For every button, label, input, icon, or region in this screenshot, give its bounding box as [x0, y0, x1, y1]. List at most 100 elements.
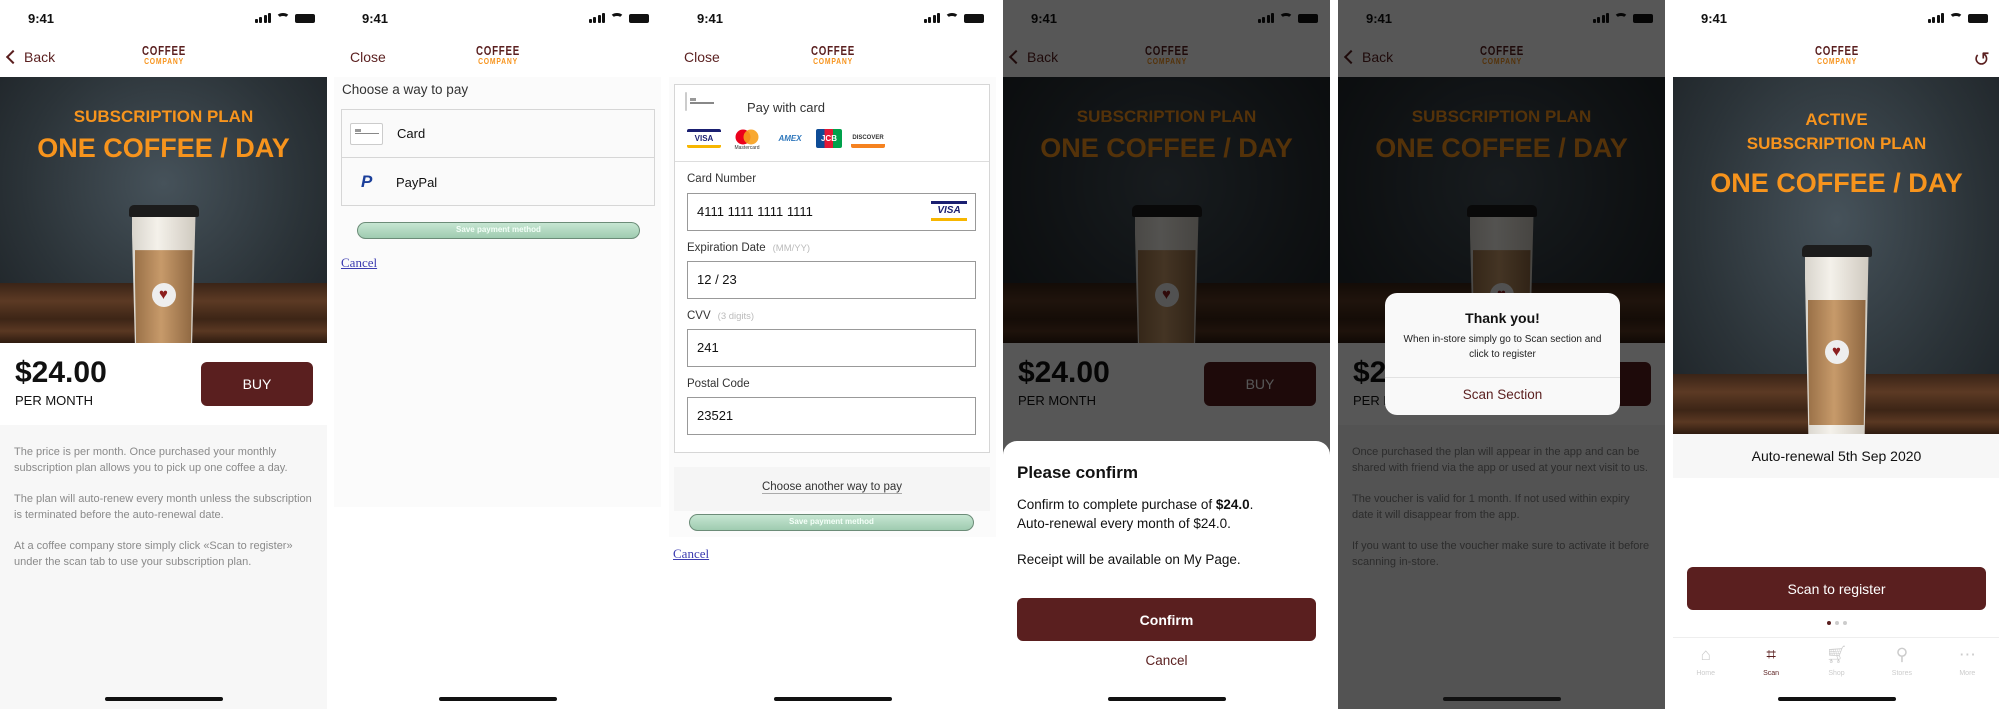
payment-option-paypal[interactable]: P PayPal [342, 158, 654, 206]
card-brand-logos: VISA Mastercard AMEX JCB DISCOVER [687, 129, 885, 151]
tab-home[interactable]: ⌂ Home [1673, 638, 1738, 687]
thank-you-alert: Thank you! When in-store simply go to Sc… [1385, 293, 1620, 415]
scan-to-register-button[interactable]: Scan to register [1687, 567, 1986, 610]
cancel-link[interactable]: Cancel [341, 255, 377, 271]
wifi-icon [276, 13, 290, 23]
save-payment-method-button[interactable]: Save payment method [689, 514, 974, 531]
postal-code-label: Postal Code [687, 378, 750, 390]
logo-line2: COMPANY [812, 56, 853, 66]
hero-title: ONE COFFEE / DAY [1710, 168, 1963, 198]
scan-section-button[interactable]: Scan Section [1385, 387, 1620, 402]
receipt-note: Receipt will be available on My Page. [1017, 552, 1241, 567]
cancel-link[interactable]: Cancel [673, 546, 709, 562]
home-indicator [1108, 697, 1226, 701]
page-dot [1834, 621, 1839, 625]
expiry-label: Expiration Date (MM/YY) [687, 242, 811, 254]
tab-stores[interactable]: ⚲ Stores [1869, 638, 1934, 687]
description-paragraph: The plan will auto-renew every month unl… [14, 493, 312, 521]
home-indicator [774, 697, 892, 701]
paypal-icon: P [361, 172, 373, 191]
description-paragraph: If you want to use the voucher make sure… [1352, 540, 1650, 568]
payment-option-card[interactable]: Card [342, 110, 654, 158]
status-icons [254, 13, 315, 23]
heart-logo-icon: ♥ [1824, 340, 1849, 364]
heart-logo-icon: ♥ [151, 282, 176, 307]
more-icon: ⋯ [1958, 645, 1976, 664]
cvv-label: CVV (3 digits) [687, 310, 755, 322]
tab-shop[interactable]: 🛒︎ Shop [1804, 638, 1869, 687]
battery-icon [1968, 14, 1988, 23]
tab-scan[interactable]: ⌗ Scan [1738, 638, 1803, 687]
confirm-button[interactable]: Confirm [1017, 598, 1316, 641]
status-time: 9:41 [1701, 11, 1728, 26]
screen-plan-detail: 9:41 COFFEE COMPANY Back ♥ SUBSCRIPTION … [0, 0, 327, 709]
visa-logo: VISA [687, 129, 721, 148]
description-paragraph: The price is per month. Once purchased y… [14, 446, 288, 474]
status-time: 9:41 [697, 11, 724, 26]
tab-label: More [1959, 670, 1976, 677]
home-icon: ⌂ [1700, 645, 1711, 664]
close-button[interactable]: Close [684, 49, 720, 65]
visa-detected-icon: VISA [931, 201, 967, 221]
signal-icon [588, 13, 605, 23]
description-paragraph: The voucher is valid for 1 month. If not… [1352, 493, 1630, 521]
buy-button[interactable]: BUY [201, 362, 313, 406]
logo-line2: COMPANY [477, 56, 518, 66]
tab-label: Home [1696, 670, 1716, 677]
page-dots [1673, 621, 1999, 625]
pay-with-card-heading: Pay with card [747, 100, 826, 115]
tab-label: Stores [1891, 670, 1913, 677]
confirm-title: Please confirm [1017, 463, 1138, 482]
option-label: Card [397, 126, 426, 141]
screen-thank-you: 9:41 COFFEE COMPANY Back ♥ SUBSCRIPTION … [1338, 0, 1665, 709]
signal-icon [254, 13, 271, 23]
coffee-company-logo: COFFEE COMPANY [468, 44, 527, 66]
mastercard-logo: Mastercard [730, 129, 764, 151]
tab-label: Shop [1828, 670, 1845, 677]
choose-another-way-link[interactable]: Choose another way to pay [761, 481, 902, 494]
expiry-input[interactable]: 12 / 23 [687, 261, 976, 299]
jcb-logo: JCB [816, 129, 842, 148]
home-indicator [439, 697, 557, 701]
home-indicator [1443, 697, 1561, 701]
price: $24.00 [15, 356, 107, 389]
battery-icon [295, 14, 315, 23]
card-number-value: 4111 1111 1111 1111 [697, 204, 813, 219]
map-pin-icon: ⚲ [1895, 645, 1909, 664]
refresh-icon[interactable]: ↺ [1973, 47, 1990, 72]
coffee-company-logo: COFFEE COMPANY [134, 44, 193, 66]
tab-more[interactable]: ⋯ More [1935, 638, 1999, 687]
status-time: 9:41 [28, 11, 55, 26]
coffee-cup-image: ♥ [128, 205, 199, 343]
close-button[interactable]: Close [350, 49, 386, 65]
confirm-sheet: Please confirm Confirm to complete purch… [1003, 441, 1330, 709]
hero-eyebrow: SUBSCRIPTION PLAN [73, 107, 254, 126]
price-period: PER MONTH [15, 393, 93, 408]
credit-card-icon [685, 92, 687, 111]
wifi-icon [610, 13, 624, 23]
status-icons [923, 13, 984, 23]
hero-eyebrow-active: ACTIVE [1805, 110, 1868, 129]
coffee-company-logo: COFFEE COMPANY [1807, 44, 1866, 66]
cart-icon: 🛒︎ [1825, 645, 1848, 664]
coffee-cup-image: ♥ [1801, 245, 1872, 434]
home-indicator [1778, 697, 1896, 701]
logo-line2: COMPANY [1816, 56, 1857, 66]
card-number-input[interactable]: 4111 1111 1111 1111 VISA [687, 193, 976, 231]
back-button[interactable]: Back [5, 49, 55, 65]
save-payment-method-button[interactable]: Save payment method [357, 222, 640, 239]
screen-confirm-purchase: 9:41 COFFEE COMPANY Back ♥ SUBSCRIPTION … [1003, 0, 1330, 709]
wifi-icon [1949, 13, 1963, 23]
postal-code-input[interactable]: 23521 [687, 397, 976, 435]
auto-renewal-date: Auto-renewal 5th Sep 2020 [1673, 434, 1999, 478]
mastercard-wordmark: Mastercard [734, 145, 760, 151]
home-indicator [105, 697, 223, 701]
cancel-button[interactable]: Cancel [1003, 653, 1330, 668]
wifi-icon [945, 13, 959, 23]
screen-active-plan: 9:41 COFFEE COMPANY ↺ ♥ ACTIVE SUBSCRIPT… [1673, 0, 1999, 709]
hero-eyebrow: SUBSCRIPTION PLAN [1746, 134, 1927, 153]
cvv-input[interactable]: 241 [687, 329, 976, 367]
alert-title: Thank you! [1465, 310, 1540, 326]
chevron-left-icon [5, 49, 21, 65]
discover-logo: DISCOVER [851, 129, 885, 148]
